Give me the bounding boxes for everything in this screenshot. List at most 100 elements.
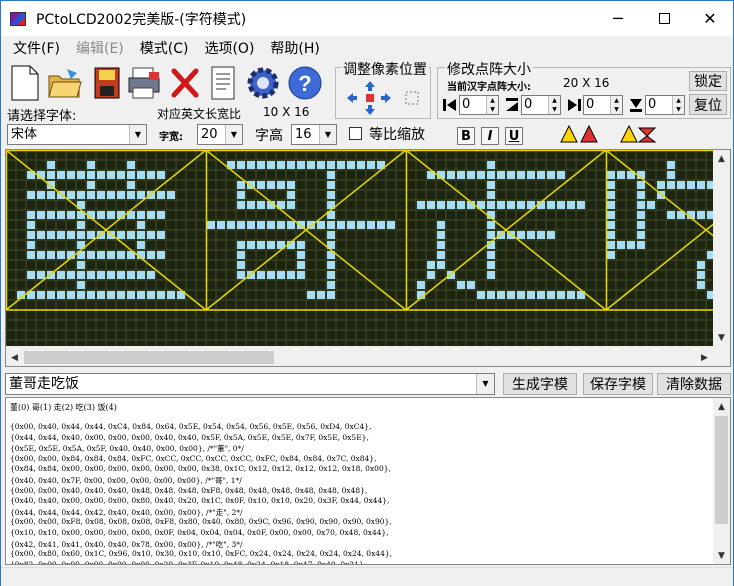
dot-on[interactable] [487, 161, 495, 169]
dot-off[interactable] [387, 251, 395, 259]
dot-off[interactable] [517, 151, 525, 159]
dot-on[interactable] [527, 171, 535, 179]
dot-off[interactable] [297, 281, 305, 289]
dot-off[interactable] [537, 191, 545, 199]
dot-on[interactable] [527, 291, 535, 299]
dot-on[interactable] [27, 191, 35, 199]
dot-off[interactable] [497, 331, 505, 339]
dot-on[interactable] [277, 161, 285, 169]
help-button[interactable]: ? [287, 63, 323, 103]
dot-on[interactable] [267, 161, 275, 169]
dot-off[interactable] [447, 251, 455, 259]
dot-off[interactable] [77, 311, 85, 319]
dot-off[interactable] [577, 231, 585, 239]
dot-on[interactable] [557, 201, 565, 209]
dot-on[interactable] [437, 231, 445, 239]
dot-off[interactable] [537, 241, 545, 249]
dot-off[interactable] [187, 231, 195, 239]
dot-off[interactable] [447, 221, 455, 229]
dot-off[interactable] [357, 341, 365, 346]
dot-off[interactable] [437, 151, 445, 159]
dot-off[interactable] [597, 261, 605, 269]
dot-on[interactable] [57, 231, 65, 239]
dot-off[interactable] [337, 191, 345, 199]
dot-off[interactable] [237, 311, 245, 319]
dot-off[interactable] [407, 211, 415, 219]
dot-off[interactable] [17, 341, 25, 346]
dot-off[interactable] [637, 321, 645, 329]
dot-off[interactable] [497, 251, 505, 259]
dot-off[interactable] [287, 311, 295, 319]
dot-off[interactable] [257, 311, 265, 319]
dot-on[interactable] [287, 161, 295, 169]
dot-on[interactable] [127, 181, 135, 189]
dot-off[interactable] [607, 321, 615, 329]
dot-off[interactable] [607, 291, 615, 299]
dot-off[interactable] [387, 201, 395, 209]
dot-off[interactable] [167, 251, 175, 259]
dot-off[interactable] [17, 241, 25, 249]
dot-on[interactable] [387, 221, 395, 229]
dot-off[interactable] [507, 211, 515, 219]
dot-off[interactable] [257, 281, 265, 289]
dot-off[interactable] [377, 271, 385, 279]
dot-off[interactable] [137, 311, 145, 319]
dot-off[interactable] [7, 281, 15, 289]
dot-off[interactable] [527, 181, 535, 189]
dot-off[interactable] [137, 181, 145, 189]
dot-off[interactable] [37, 151, 45, 159]
dot-off[interactable] [477, 181, 485, 189]
dot-off[interactable] [457, 271, 465, 279]
dot-off[interactable] [447, 341, 455, 346]
dot-off[interactable] [347, 281, 355, 289]
dot-off[interactable] [507, 191, 515, 199]
dot-off[interactable] [27, 311, 35, 319]
pixel-right-button[interactable] [379, 91, 393, 105]
dot-on[interactable] [457, 281, 465, 289]
dot-on[interactable] [317, 161, 325, 169]
dot-off[interactable] [267, 291, 275, 299]
dot-off[interactable] [357, 151, 365, 159]
dot-off[interactable] [217, 331, 225, 339]
dot-off[interactable] [617, 231, 625, 239]
dot-off[interactable] [627, 311, 635, 319]
dot-off[interactable] [407, 321, 415, 329]
dot-off[interactable] [197, 161, 205, 169]
dot-off[interactable] [157, 161, 165, 169]
dot-off[interactable] [457, 211, 465, 219]
dot-off[interactable] [167, 201, 175, 209]
dot-off[interactable] [37, 161, 45, 169]
dot-off[interactable] [377, 311, 385, 319]
dot-off[interactable] [567, 191, 575, 199]
dot-on[interactable] [637, 181, 645, 189]
dot-on[interactable] [87, 181, 95, 189]
dot-off[interactable] [467, 301, 475, 309]
dot-off[interactable] [137, 341, 145, 346]
dot-on[interactable] [77, 261, 85, 269]
dot-off[interactable] [177, 231, 185, 239]
dot-off[interactable] [77, 181, 85, 189]
dot-off[interactable] [617, 281, 625, 289]
dot-off[interactable] [87, 341, 95, 346]
dot-off[interactable] [167, 221, 175, 229]
dot-off[interactable] [587, 231, 595, 239]
dot-off[interactable] [377, 151, 385, 159]
dot-off[interactable] [687, 321, 695, 329]
dot-off[interactable] [537, 341, 545, 346]
dot-off[interactable] [147, 341, 155, 346]
dot-on[interactable] [217, 221, 225, 229]
dot-on[interactable] [327, 291, 335, 299]
dot-off[interactable] [677, 171, 685, 179]
dot-off[interactable] [227, 331, 235, 339]
dot-on[interactable] [47, 291, 55, 299]
dot-off[interactable] [687, 281, 695, 289]
dot-on[interactable] [257, 241, 265, 249]
dot-on[interactable] [697, 261, 705, 269]
dot-off[interactable] [687, 201, 695, 209]
dot-off[interactable] [597, 181, 605, 189]
dot-off[interactable] [627, 331, 635, 339]
dot-on[interactable] [47, 211, 55, 219]
dot-off[interactable] [617, 151, 625, 159]
menu-help[interactable]: 帮助(H) [262, 38, 327, 58]
dot-off[interactable] [547, 271, 555, 279]
